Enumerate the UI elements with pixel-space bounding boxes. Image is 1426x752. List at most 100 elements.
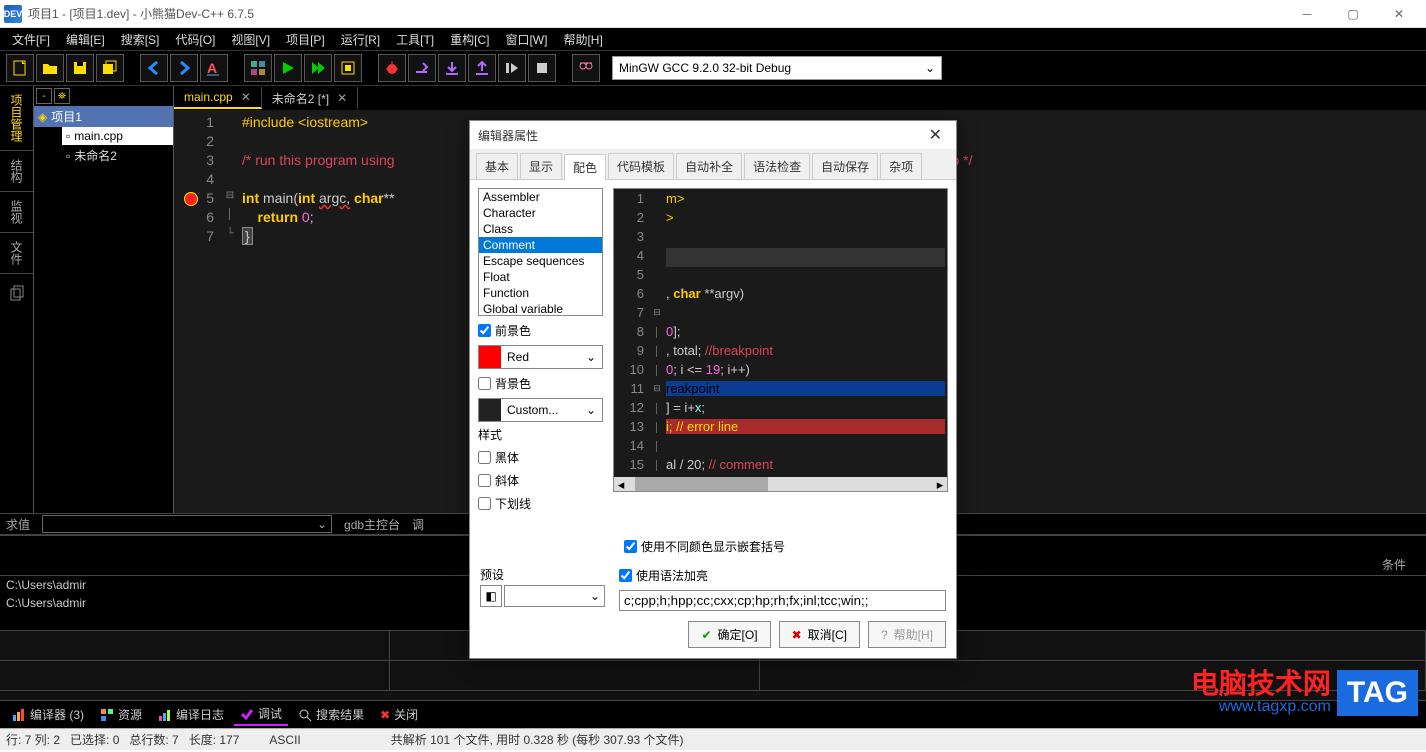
list-item[interactable]: Global variable (479, 301, 602, 316)
dtab-templates[interactable]: 代码模板 (608, 153, 674, 179)
dialog-close-button[interactable]: ✕ (923, 125, 948, 145)
sidebar-tab-project[interactable]: 项目管理 (0, 86, 33, 151)
menu-code[interactable]: 代码[O] (169, 29, 221, 50)
btab-close[interactable]: ✖关闭 (374, 704, 424, 725)
list-item[interactable]: Float (479, 269, 602, 285)
eval-combo[interactable]: ⌄ (42, 515, 332, 533)
help-button[interactable]: ? 帮助[H] (868, 621, 946, 648)
sidebar-tab-structure[interactable]: 结构 (0, 151, 33, 192)
sidebar-tab-watch[interactable]: 监视 (0, 192, 33, 233)
gdb-console-tab[interactable]: gdb主控台 (344, 516, 400, 533)
project-root[interactable]: ◈ 项目1 (34, 106, 173, 127)
close-tab-icon[interactable]: ✕ (241, 90, 251, 104)
help-icon: ? (881, 628, 888, 642)
dtab-basic[interactable]: 基本 (476, 153, 518, 179)
preset-icon-button[interactable]: ◧ (480, 585, 502, 607)
list-item[interactable]: Assembler (479, 189, 602, 205)
menu-tools[interactable]: 工具[T] (390, 29, 440, 50)
rainbow-checkbox[interactable] (624, 540, 637, 553)
file-tab-label: main.cpp (184, 90, 233, 104)
save-all-button[interactable] (96, 54, 124, 82)
compiler-select[interactable]: MinGW GCC 9.2.0 32-bit Debug ⌄ (612, 56, 942, 80)
btab-log[interactable]: 编译日志 (152, 704, 230, 725)
collapse-button[interactable]: - (36, 88, 52, 104)
menu-refactor[interactable]: 重构[C] (444, 29, 495, 50)
file-tab-unnamed[interactable]: 未命名2 [*] ✕ (262, 87, 358, 109)
dtab-syntax[interactable]: 语法检查 (744, 153, 810, 179)
list-item[interactable]: Function (479, 285, 602, 301)
bg-checkbox[interactable] (478, 377, 491, 390)
bg-color-select[interactable]: Custom...⌄ (478, 398, 603, 422)
step-over-button[interactable] (408, 54, 436, 82)
menu-help[interactable]: 帮助[H] (557, 29, 608, 50)
bg-label: 背景色 (495, 375, 531, 392)
dtab-colors[interactable]: 配色 (564, 154, 606, 180)
project-file-main[interactable]: ▫ main.cpp (62, 127, 173, 145)
new-file-button[interactable] (6, 54, 34, 82)
gdb-tab2[interactable]: 调 (412, 516, 424, 533)
menu-edit[interactable]: 编辑[E] (60, 29, 111, 50)
preset-select[interactable]: ⌄ (504, 585, 605, 607)
btab-compiler[interactable]: 编译器 (3) (6, 704, 90, 725)
list-item[interactable]: Escape sequences (479, 253, 602, 269)
underline-checkbox[interactable] (478, 497, 491, 510)
menu-view[interactable]: 视图[V] (225, 29, 276, 50)
menu-file[interactable]: 文件[F] (6, 29, 56, 50)
run-button[interactable] (304, 54, 332, 82)
bold-checkbox[interactable] (478, 451, 491, 464)
expand-button[interactable]: ⛯ (54, 88, 70, 104)
preview-scrollbar[interactable]: ◂▸ (614, 477, 947, 491)
close-button[interactable]: ✕ (1376, 3, 1422, 25)
continue-button[interactable] (498, 54, 526, 82)
breakpoint-icon[interactable] (184, 192, 198, 206)
menu-search[interactable]: 搜索[S] (115, 29, 166, 50)
fold-handle[interactable]: ⊟ (222, 186, 238, 205)
btab-debug[interactable]: 调试 (234, 703, 288, 726)
save-button[interactable] (66, 54, 94, 82)
step-out-button[interactable] (468, 54, 496, 82)
dtab-autocomplete[interactable]: 自动补全 (676, 153, 742, 179)
open-file-button[interactable] (36, 54, 64, 82)
forward-button[interactable] (170, 54, 198, 82)
step-into-button[interactable] (438, 54, 466, 82)
stop-button[interactable] (528, 54, 556, 82)
fg-color-select[interactable]: Red⌄ (478, 345, 603, 369)
menu-run[interactable]: 运行[R] (335, 29, 386, 50)
ok-button[interactable]: ✔确定[O] (688, 621, 770, 648)
text-format-button[interactable]: A (200, 54, 228, 82)
btab-search[interactable]: 搜索结果 (292, 704, 370, 725)
btab-resource[interactable]: 资源 (94, 704, 148, 725)
italic-checkbox[interactable] (478, 474, 491, 487)
back-button[interactable] (140, 54, 168, 82)
syntax-ext-input[interactable] (619, 590, 946, 611)
cancel-button[interactable]: ✖取消[C] (779, 621, 860, 648)
color-element-list[interactable]: Assembler Character Class Comment Escape… (478, 188, 603, 316)
preview-line: m> (666, 191, 684, 206)
menu-window[interactable]: 窗口[W] (499, 29, 553, 50)
compile-button[interactable] (274, 54, 302, 82)
syntax-checkbox[interactable] (619, 569, 632, 582)
list-item[interactable]: Character (479, 205, 602, 221)
maximize-button[interactable]: ▢ (1330, 3, 1376, 25)
menubar: 文件[F] 编辑[E] 搜索[S] 代码[O] 视图[V] 项目[P] 运行[R… (0, 28, 1426, 50)
copy-icon[interactable] (0, 274, 33, 312)
dtab-misc[interactable]: 杂项 (880, 153, 922, 179)
code-token: int (242, 190, 259, 206)
file-tab-main[interactable]: main.cpp ✕ (174, 87, 262, 109)
chevron-down-icon: ⌄ (586, 403, 596, 417)
project-file-unnamed[interactable]: ▫ 未命名2 (62, 145, 173, 166)
minimize-button[interactable]: ─ (1284, 3, 1330, 25)
profile-button[interactable] (572, 54, 600, 82)
list-item[interactable]: Class (479, 221, 602, 237)
list-item-selected[interactable]: Comment (479, 237, 602, 253)
dtab-display[interactable]: 显示 (520, 153, 562, 179)
dtab-autosave[interactable]: 自动保存 (812, 153, 878, 179)
rebuild-button[interactable] (334, 54, 362, 82)
menu-project[interactable]: 项目[P] (280, 29, 331, 50)
fg-checkbox[interactable] (478, 324, 491, 337)
close-tab-icon[interactable]: ✕ (337, 91, 347, 105)
grid-button[interactable] (244, 54, 272, 82)
sidebar-tab-files[interactable]: 文件 (0, 233, 33, 274)
debug-button[interactable] (378, 54, 406, 82)
help-label: 帮助[H] (894, 626, 933, 643)
